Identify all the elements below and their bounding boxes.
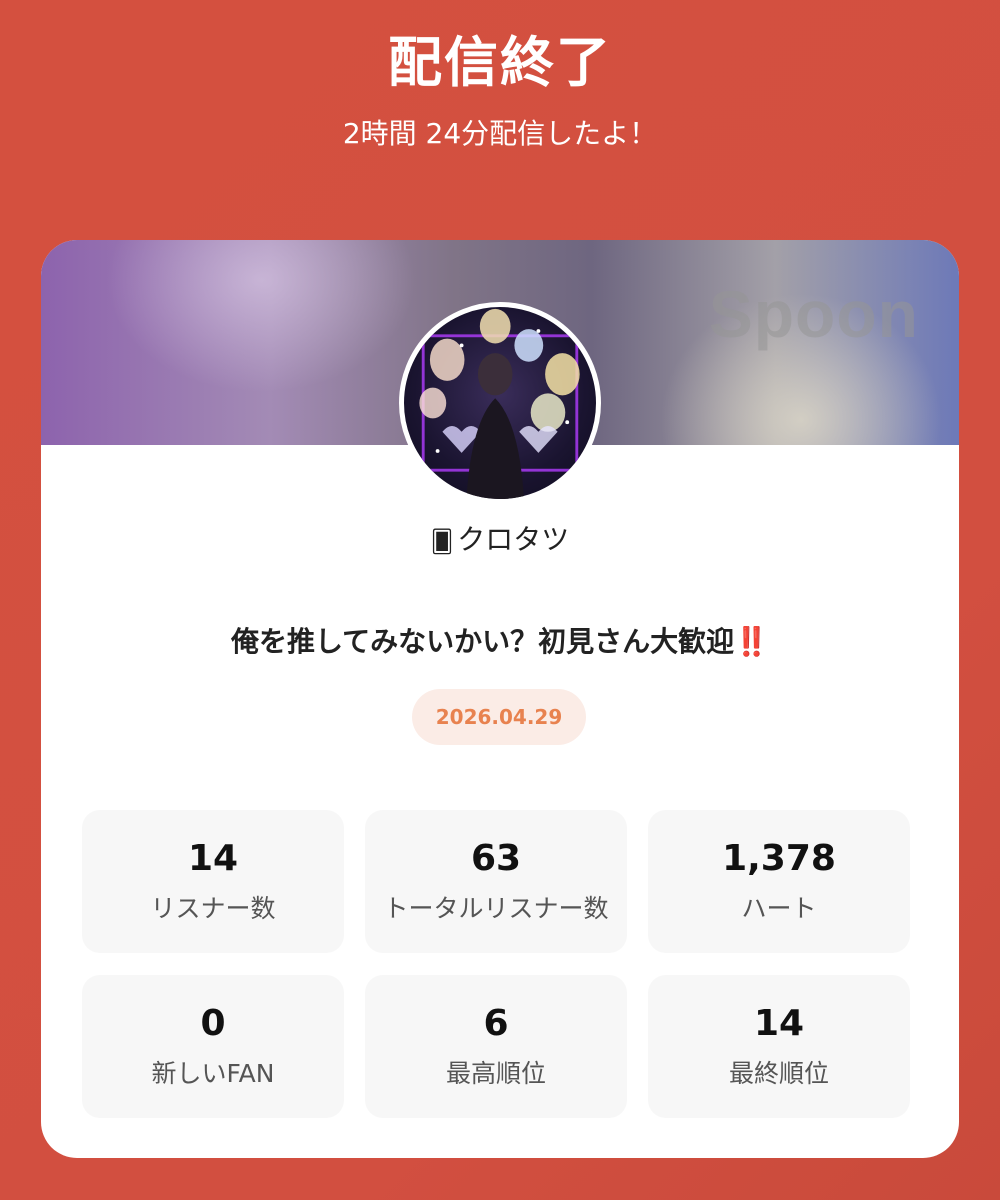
stat-label: 最終順位 xyxy=(728,1059,829,1088)
stat-label: 最高順位 xyxy=(445,1059,546,1088)
spoon-logo: Spoon xyxy=(708,277,919,351)
stream-title: 俺を推してみないかい？初見さん大歓迎‼️ xyxy=(41,620,959,660)
username[interactable]: 🂠 クロタツ xyxy=(41,518,959,558)
avatar[interactable] xyxy=(399,302,601,504)
stat-highest-rank: 6 最高順位 xyxy=(365,975,627,1118)
stat-value: 6 xyxy=(483,1003,509,1044)
stat-value: 0 xyxy=(200,1003,226,1044)
double-exclamation-icon: ‼️ xyxy=(734,625,770,658)
stat-value: 1,378 xyxy=(722,838,836,879)
stat-listeners: 14 リスナー数 xyxy=(82,810,344,953)
stat-value: 14 xyxy=(753,1003,805,1044)
stat-label: ハート xyxy=(741,894,817,923)
stat-label: トータルリスナー数 xyxy=(383,894,609,923)
stat-new-fans: 0 新しいFAN xyxy=(82,975,344,1118)
stat-total-listeners: 63 トータルリスナー数 xyxy=(365,810,627,953)
stream-duration: 2時間 24分配信したよ！ xyxy=(342,117,658,150)
stat-label: 新しいFAN xyxy=(151,1059,275,1088)
page-title: 配信終了 xyxy=(388,31,612,94)
playing-card-icon: 🂠 xyxy=(430,530,454,555)
avatar-image xyxy=(419,308,580,499)
broadcast-date-badge: 2026.04.29 xyxy=(412,689,586,745)
broadcast-summary-card: Spoon 🂠 クロタツ 俺を推してみないかい？初見さん大歓迎‼️ 2026.04… xyxy=(41,240,959,1158)
stat-value: 63 xyxy=(470,838,522,879)
stats-grid: 14 リスナー数 63 トータルリスナー数 1,378 ハート 0 新しいFAN… xyxy=(82,810,918,1118)
username-text: クロタツ xyxy=(457,523,570,556)
stat-hearts: 1,378 ハート xyxy=(648,810,910,953)
stat-value: 14 xyxy=(187,838,239,879)
stat-final-rank: 14 最終順位 xyxy=(648,975,910,1118)
stat-label: リスナー数 xyxy=(150,894,276,923)
stream-title-text: 俺を推してみないかい？初見さん大歓迎 xyxy=(230,625,735,658)
